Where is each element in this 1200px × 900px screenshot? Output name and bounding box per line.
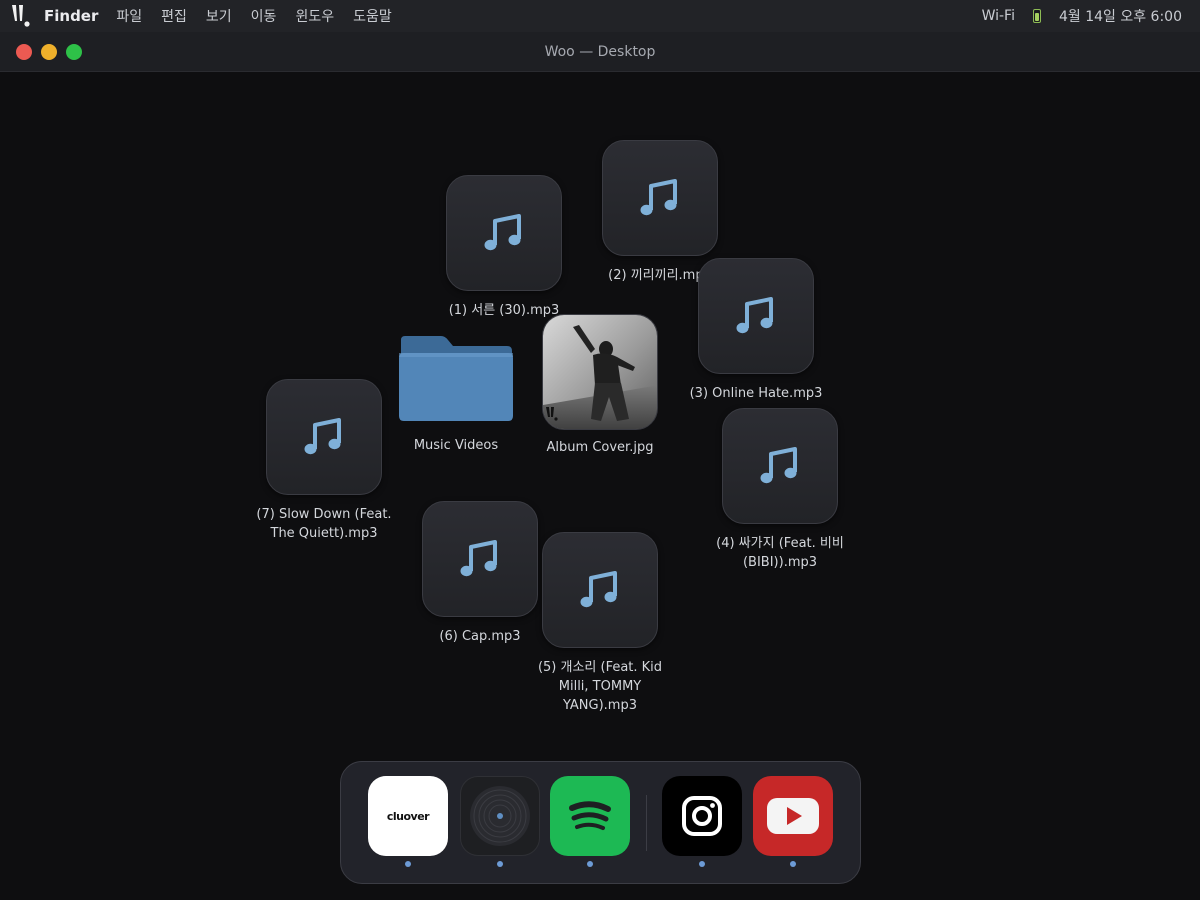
file-label: (4) 싸가지 (Feat. 비비 (BIBI)).mp3 bbox=[716, 536, 844, 570]
minimize-button[interactable] bbox=[41, 44, 57, 60]
zoom-button[interactable] bbox=[66, 44, 82, 60]
spotify-icon[interactable] bbox=[550, 776, 630, 856]
window-title-bar: Woo — Desktop bbox=[0, 32, 1200, 72]
music-note-icon[interactable] bbox=[698, 258, 814, 374]
file-item[interactable]: (7) Slow Down (Feat. The Quiett).mp3 bbox=[254, 379, 394, 543]
folder-icon[interactable] bbox=[397, 334, 515, 424]
file-item[interactable]: (1) 서른 (30).mp3 bbox=[434, 175, 574, 320]
menu-window[interactable]: 윈도우 bbox=[295, 6, 334, 26]
vinyl-record-icon[interactable] bbox=[460, 776, 540, 856]
file-label: (5) 개소리 (Feat. Kid Milli, TOMMY YANG).mp… bbox=[537, 660, 663, 713]
dock-separator bbox=[646, 795, 647, 851]
music-note-icon[interactable] bbox=[446, 175, 562, 291]
menu-edit[interactable]: 편집 bbox=[161, 6, 187, 26]
folder-item[interactable]: Music Videos bbox=[386, 334, 526, 455]
running-indicator bbox=[405, 861, 411, 867]
app-name[interactable]: Finder bbox=[44, 7, 98, 25]
battery-icon[interactable] bbox=[1032, 9, 1041, 23]
image-label: Album Cover.jpg bbox=[546, 440, 654, 455]
music-note-icon[interactable] bbox=[422, 501, 538, 617]
clock[interactable]: 4월 14일 오후 6:00 bbox=[1059, 6, 1182, 26]
instagram-icon[interactable] bbox=[662, 776, 742, 856]
running-indicator bbox=[699, 861, 705, 867]
close-button[interactable] bbox=[16, 44, 32, 60]
running-indicator bbox=[497, 861, 503, 867]
youtube-icon[interactable] bbox=[753, 776, 833, 856]
window-controls bbox=[16, 44, 91, 60]
file-label: (6) Cap.mp3 bbox=[439, 629, 521, 644]
file-label: (3) Online Hate.mp3 bbox=[689, 386, 823, 401]
running-indicator bbox=[790, 861, 796, 867]
file-item[interactable]: (6) Cap.mp3 bbox=[410, 501, 550, 646]
music-note-icon[interactable] bbox=[542, 532, 658, 648]
cluover-logo-text: cluover bbox=[386, 809, 430, 823]
image-item[interactable]: Album Cover.jpg bbox=[530, 314, 670, 457]
music-note-icon[interactable] bbox=[602, 140, 718, 256]
window-title: Woo — Desktop bbox=[544, 43, 656, 60]
cluover-icon[interactable]: cluover bbox=[368, 776, 448, 856]
menu-help[interactable]: 도움말 bbox=[353, 6, 392, 26]
file-item[interactable]: (5) 개소리 (Feat. Kid Milli, TOMMY YANG).mp… bbox=[530, 532, 670, 715]
menu-go[interactable]: 이동 bbox=[251, 6, 277, 26]
menu-bar: Finder 파일 편집 보기 이동 윈도우 도움말 Wi-Fi 4월 14일 … bbox=[0, 0, 1200, 32]
menu-view[interactable]: 보기 bbox=[206, 6, 232, 26]
file-label: (7) Slow Down (Feat. The Quiett).mp3 bbox=[256, 507, 392, 541]
file-item[interactable]: (4) 싸가지 (Feat. 비비 (BIBI)).mp3 bbox=[710, 408, 850, 572]
dock: cluover bbox=[340, 761, 861, 884]
running-indicator bbox=[587, 861, 593, 867]
artist-logo-icon[interactable] bbox=[0, 0, 44, 32]
file-item[interactable]: (3) Online Hate.mp3 bbox=[686, 258, 826, 403]
music-note-icon[interactable] bbox=[722, 408, 838, 524]
wifi-status[interactable]: Wi-Fi bbox=[982, 8, 1015, 24]
album-cover-thumbnail[interactable] bbox=[542, 314, 658, 430]
menu-file[interactable]: 파일 bbox=[116, 6, 142, 26]
music-note-icon[interactable] bbox=[266, 379, 382, 495]
folder-label: Music Videos bbox=[413, 438, 499, 453]
